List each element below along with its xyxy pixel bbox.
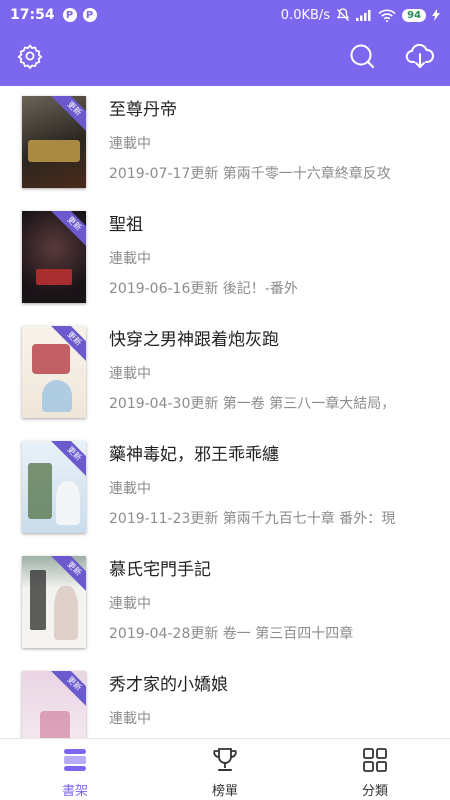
notification-icon: P bbox=[62, 8, 77, 22]
book-item[interactable]: 更新 藥神毒妃，邪王乖乖纏 連載中 2019-11-23更新 第兩千九百七十章 … bbox=[0, 431, 450, 546]
settings-button[interactable] bbox=[14, 42, 46, 74]
status-time: 17:54 bbox=[10, 7, 55, 23]
trophy-icon bbox=[211, 747, 239, 777]
notification-icon: P bbox=[82, 8, 97, 22]
book-status: 連載中 bbox=[109, 251, 151, 267]
network-speed: 0.0KB/s bbox=[280, 7, 331, 23]
book-title: 聖祖 bbox=[109, 215, 143, 235]
book-latest-update: 2019-04-28更新 卷一 第三百四十四章 bbox=[109, 626, 354, 642]
book-item[interactable]: 更新 慕氏宅門手記 連載中 2019-04-28更新 卷一 第三百四十四章 bbox=[0, 546, 450, 661]
book-title: 慕氏宅門手記 bbox=[109, 560, 211, 580]
cloud-download-button[interactable] bbox=[404, 42, 436, 74]
book-title: 快穿之男神跟着炮灰跑 bbox=[109, 330, 279, 350]
search-button[interactable] bbox=[346, 42, 378, 74]
status-bar: 17:54 P P 0.0KB/s 94 bbox=[0, 0, 450, 30]
charging-icon bbox=[432, 9, 440, 21]
tab-bookshelf[interactable]: 書架 bbox=[0, 739, 150, 800]
tab-category[interactable]: 分類 bbox=[300, 739, 450, 800]
mute-icon bbox=[336, 8, 350, 22]
book-cover: 更新 bbox=[22, 211, 86, 303]
battery-indicator: 94 bbox=[402, 8, 426, 22]
book-item[interactable]: 更新 至尊丹帝 連載中 2019-07-17更新 第兩千零一十六章終章反攻 bbox=[0, 86, 450, 201]
grid-icon bbox=[362, 747, 388, 777]
book-item[interactable]: 更新 快穿之男神跟着炮灰跑 連載中 2019-04-30更新 第一卷 第三八一章… bbox=[0, 316, 450, 431]
bookshelf-icon bbox=[61, 747, 89, 777]
book-status: 連載中 bbox=[109, 711, 151, 727]
tab-bookshelf-label: 書架 bbox=[61, 784, 88, 799]
book-latest-update: 2019-04-30更新 第一卷 第三八一章大結局， bbox=[109, 396, 396, 412]
book-title: 秀才家的小嬌娘 bbox=[109, 675, 228, 695]
bookshelf-list[interactable]: 更新 至尊丹帝 連載中 2019-07-17更新 第兩千零一十六章終章反攻 更新… bbox=[0, 86, 450, 738]
book-latest-update: 2019-07-17更新 第兩千零一十六章終章反攻 bbox=[109, 166, 391, 182]
bottom-nav: 書架 榜單 分類 bbox=[0, 738, 450, 800]
book-item[interactable]: 更新 秀才家的小嬌娘 連載中 bbox=[0, 661, 450, 738]
signal-icon bbox=[356, 9, 372, 21]
book-latest-update: 2019-11-23更新 第兩千九百七十章 番外：現 bbox=[109, 511, 396, 527]
book-status: 連載中 bbox=[109, 366, 151, 382]
book-status: 連載中 bbox=[109, 481, 151, 497]
book-latest-update: 2019-06-16更新 後記！-番外 bbox=[109, 281, 298, 297]
cloud-download-icon bbox=[405, 42, 435, 74]
app-bar bbox=[0, 30, 450, 86]
book-cover: 更新 bbox=[22, 441, 86, 533]
book-status: 連載中 bbox=[109, 136, 151, 152]
book-cover: 更新 bbox=[22, 671, 86, 738]
book-cover: 更新 bbox=[22, 96, 86, 188]
book-status: 連載中 bbox=[109, 596, 151, 612]
tab-ranking[interactable]: 榜單 bbox=[150, 739, 300, 800]
search-icon bbox=[348, 42, 376, 74]
book-title: 至尊丹帝 bbox=[109, 100, 177, 120]
book-cover: 更新 bbox=[22, 326, 86, 418]
book-title: 藥神毒妃，邪王乖乖纏 bbox=[109, 445, 279, 465]
tab-category-label: 分類 bbox=[361, 784, 388, 799]
gear-icon bbox=[17, 43, 43, 73]
wifi-icon bbox=[378, 9, 396, 22]
book-cover: 更新 bbox=[22, 556, 86, 648]
book-item[interactable]: 更新 聖祖 連載中 2019-06-16更新 後記！-番外 bbox=[0, 201, 450, 316]
tab-ranking-label: 榜單 bbox=[211, 784, 238, 799]
